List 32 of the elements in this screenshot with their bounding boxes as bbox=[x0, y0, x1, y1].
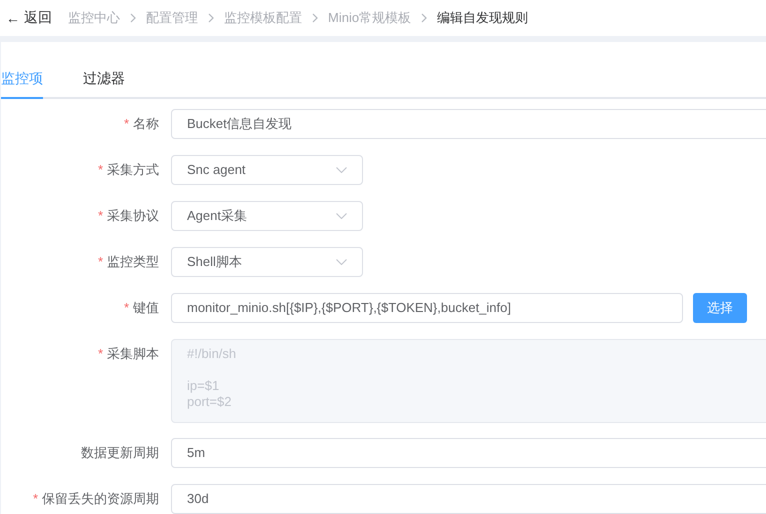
back-button[interactable]: ← 返回 bbox=[6, 9, 52, 27]
field-label: 采集协议 bbox=[107, 208, 159, 223]
chevron-down-icon bbox=[336, 167, 347, 173]
chevron-down-icon bbox=[336, 259, 347, 265]
select-field[interactable]: Shell脚本 bbox=[171, 247, 363, 277]
required-asterisk: * bbox=[98, 254, 103, 269]
select-field[interactable]: Snc agent bbox=[171, 155, 363, 185]
field-label: 采集方式 bbox=[107, 162, 159, 177]
field-label: 采集脚本 bbox=[107, 346, 159, 361]
required-asterisk: * bbox=[98, 208, 103, 223]
required-asterisk: * bbox=[98, 346, 103, 361]
tab[interactable]: 过滤器 bbox=[83, 70, 125, 99]
field-label: 键值 bbox=[133, 300, 159, 315]
breadcrumb-link[interactable]: 编辑自发现规则 bbox=[437, 9, 528, 27]
required-asterisk: * bbox=[124, 116, 129, 131]
input-field[interactable]: 5m bbox=[171, 438, 766, 468]
chevron-down-icon bbox=[336, 213, 347, 219]
field-label: 保留丢失的资源周期 bbox=[42, 491, 159, 506]
required-asterisk: * bbox=[32, 491, 38, 506]
chevron-right-icon bbox=[312, 13, 318, 23]
input-field[interactable]: 30d bbox=[171, 484, 766, 514]
chevron-right-icon bbox=[208, 13, 214, 23]
field-label: 名称 bbox=[133, 116, 159, 131]
select-field[interactable]: Agent采集 bbox=[171, 201, 363, 231]
input-field[interactable]: monitor_minio.sh[{$IP},{$PORT},{$TOKEN},bucket_info] bbox=[171, 293, 683, 323]
required-asterisk: * bbox=[124, 300, 129, 315]
chevron-right-icon bbox=[130, 13, 136, 23]
required-asterisk: * bbox=[98, 162, 103, 177]
field-label: 监控类型 bbox=[107, 254, 159, 269]
chevron-right-icon bbox=[421, 13, 428, 23]
input-field[interactable]: Bucket信息自发现 bbox=[171, 109, 766, 139]
field-label: 数据更新周期 bbox=[81, 445, 159, 460]
